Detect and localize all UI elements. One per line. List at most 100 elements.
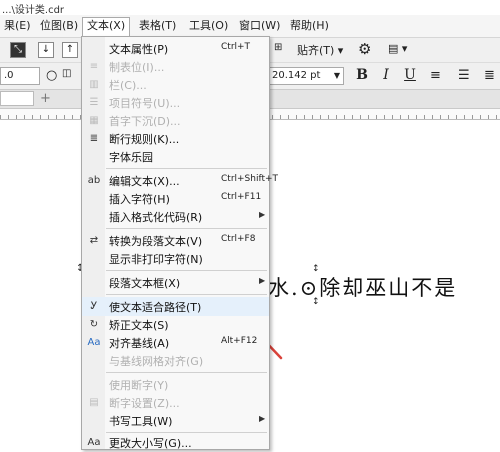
- menu-item-align-baseline-grid[interactable]: 与基线网格对齐(G): [82, 351, 269, 370]
- menu-item-writing-tools[interactable]: 书写工具(W) ▶: [82, 411, 269, 430]
- menu-item-insert-formatting-code[interactable]: 插入格式化代码(R) ▶: [82, 207, 269, 226]
- menu-item-use-hyphenation[interactable]: 使用断字(Y): [82, 375, 269, 394]
- menu-item-label: 字体乐园: [109, 151, 153, 164]
- tab-stops-icon: ≡: [89, 61, 99, 72]
- menu-item-straighten-text[interactable]: ↻ 矫正文本(S): [82, 315, 269, 334]
- line-break-icon: ≣: [89, 133, 99, 144]
- node-icon[interactable]: ◫: [62, 68, 71, 79]
- chevron-down-icon: ▼: [333, 71, 340, 80]
- arrow-down-icon[interactable]: ↓: [38, 42, 54, 58]
- menu-item-hyphenation-settings[interactable]: ▤ 断字设置(Z)...: [82, 393, 269, 412]
- bold-button[interactable]: B: [354, 67, 370, 83]
- menu-item-paragraph-text-frame[interactable]: 段落文本框(X) ▶: [82, 273, 269, 292]
- list-icon[interactable]: ≣: [484, 68, 495, 83]
- menu-help[interactable]: 帮助(H): [286, 18, 333, 34]
- align-label: 贴齐(T): [297, 44, 335, 57]
- menu-item-shortcut: Ctrl+F11: [221, 192, 262, 202]
- document-tab[interactable]: [0, 91, 34, 106]
- fit-text-path-icon: Ꭹ: [90, 301, 98, 312]
- submenu-arrow-icon: ▶: [259, 276, 266, 285]
- menu-item-tab-stops[interactable]: ≡ 制表位(I)...: [82, 57, 269, 76]
- menu-bar: 果(E) 位图(B) 文本(X) 表格(T) 工具(O) 窗口(W) 帮助(H): [0, 15, 500, 38]
- submenu-arrow-icon: ▶: [259, 414, 266, 423]
- change-case-icon: Aa: [87, 437, 101, 448]
- menu-separator: [106, 270, 267, 271]
- submenu-arrow-icon: ▶: [259, 210, 266, 219]
- menu-item-shortcut: Alt+F12: [221, 336, 258, 346]
- menu-item-label: 与基线网格对齐(G): [109, 355, 204, 368]
- window-title-bar: ...\设计类.cdr: [0, 0, 500, 16]
- menu-item-bullets[interactable]: ☰ 项目符号(U)...: [82, 93, 269, 112]
- add-tab-icon[interactable]: +: [40, 91, 51, 106]
- menu-item-label: 项目符号(U)...: [109, 97, 181, 110]
- menu-table[interactable]: 表格(T): [135, 18, 180, 34]
- menu-item-label: 栏(C)...: [109, 79, 147, 92]
- menu-item-edit-text[interactable]: ab 编辑文本(X)... Ctrl+Shift+T: [82, 171, 278, 190]
- menu-item-label: 断字设置(Z)...: [109, 397, 180, 410]
- bullets-icon: ☰: [89, 97, 99, 108]
- convert-paragraph-icon: ⇄: [89, 235, 99, 246]
- menu-item-fit-text-to-path[interactable]: Ꭹ 使文本适合路径(T): [82, 297, 269, 316]
- edit-text-icon: ab: [87, 175, 101, 186]
- menu-item-convert-to-paragraph[interactable]: ⇄ 转换为段落文本(V) Ctrl+F8: [82, 231, 269, 250]
- menu-tools[interactable]: 工具(O): [185, 18, 232, 34]
- menu-item-change-case[interactable]: Aa 更改大小写(G)...: [82, 433, 269, 452]
- menu-item-label: 插入字符(H): [109, 193, 170, 206]
- menu-item-label: 制表位(I)...: [109, 61, 165, 74]
- menu-item-label: 段落文本框(X): [109, 277, 181, 290]
- gear-icon[interactable]: ⚙: [358, 40, 371, 58]
- arrow-up-icon[interactable]: ↑: [62, 42, 78, 58]
- menu-item-align-baseline[interactable]: Aa 对齐基线(A) Alt+F12: [82, 333, 269, 352]
- underline-button[interactable]: U: [402, 67, 418, 83]
- menu-item-label: 使用断字(Y): [109, 379, 169, 392]
- menu-item-shortcut: Ctrl+T: [221, 42, 251, 52]
- align-baseline-icon: Aa: [87, 337, 101, 348]
- menu-item-show-nonprinting[interactable]: 显示非打印字符(N): [82, 249, 269, 268]
- menu-item-text-properties[interactable]: 文本属性(P) Ctrl+T: [82, 39, 269, 58]
- drop-cap-icon: ▦: [89, 115, 99, 126]
- font-size-field[interactable]: 20.142 pt ▼: [268, 67, 344, 85]
- bullet-list-icon[interactable]: ☰: [458, 68, 470, 83]
- straighten-text-icon: ↻: [89, 319, 99, 330]
- menu-item-label: 矫正文本(S): [109, 319, 169, 332]
- menu-window[interactable]: 窗口(W): [235, 18, 284, 34]
- hyphenation-icon: ▤: [89, 397, 99, 408]
- menu-separator: [106, 294, 267, 295]
- font-size-value: 20.142 pt: [272, 70, 321, 81]
- menu-item-label: 断行规则(K)...: [109, 133, 180, 146]
- menu-effects[interactable]: 果(E): [0, 18, 35, 34]
- menu-separator: [106, 228, 267, 229]
- menu-text[interactable]: 文本(X): [82, 17, 131, 37]
- window-title: ...\设计类.cdr: [2, 5, 65, 16]
- menu-bitmaps[interactable]: 位图(B): [36, 18, 82, 34]
- menu-item-label: 对齐基线(A): [109, 337, 170, 350]
- menu-item-label: 插入格式化代码(R): [109, 211, 203, 224]
- menu-item-shortcut: Ctrl+Shift+T: [221, 174, 279, 184]
- menu-item-label: 书写工具(W): [109, 415, 173, 428]
- menu-item-label: 使文本适合路径(T): [109, 301, 202, 314]
- menu-item-label: 编辑文本(X)...: [109, 175, 180, 188]
- menu-separator: [106, 372, 267, 373]
- columns-icon: ▥: [89, 79, 99, 90]
- menu-item-label: 显示非打印字符(N): [109, 253, 203, 266]
- italic-button[interactable]: I: [378, 67, 394, 83]
- menu-item-label: 更改大小写(G)...: [109, 437, 192, 450]
- position-field[interactable]: .0: [0, 67, 40, 85]
- align-left-icon[interactable]: ≡: [430, 68, 441, 83]
- text-menu-dropdown: 文本属性(P) Ctrl+T ≡ 制表位(I)... ▥ 栏(C)... ☰ 项…: [81, 36, 278, 452]
- menu-separator: [106, 168, 267, 169]
- menu-item-font-park[interactable]: 字体乐园: [82, 147, 269, 166]
- menu-item-label: 转换为段落文本(V): [109, 235, 203, 248]
- menu-item-drop-cap[interactable]: ▦ 首字下沉(D)...: [82, 111, 269, 130]
- canvas-text-object[interactable]: 水.⊙除却巫山不是: [268, 272, 457, 302]
- menu-item-line-break-rules[interactable]: ≣ 断行规则(K)...: [82, 129, 269, 148]
- menu-item-insert-character[interactable]: 插入字符(H) Ctrl+F11: [82, 189, 269, 208]
- align-dropdown-icon[interactable]: ⊞: [274, 42, 282, 53]
- circle-icon[interactable]: ○: [46, 68, 57, 83]
- options-dropdown-icon[interactable]: ▤ ▾: [388, 42, 407, 55]
- transform-icon[interactable]: ⤡: [10, 42, 26, 58]
- menu-item-shortcut: Ctrl+F8: [221, 234, 256, 244]
- align-dropdown[interactable]: 贴齐(T) ▾: [297, 42, 343, 58]
- menu-item-columns[interactable]: ▥ 栏(C)...: [82, 75, 269, 94]
- menu-item-label: 文本属性(P): [109, 43, 169, 56]
